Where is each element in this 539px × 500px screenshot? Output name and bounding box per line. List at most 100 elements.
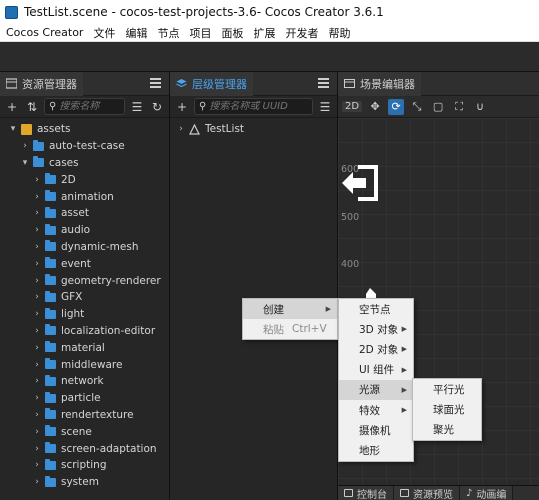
light-submenu-item[interactable]: 平行光 bbox=[413, 379, 481, 399]
create-submenu-item[interactable]: 地形 bbox=[339, 440, 413, 460]
menu-extension[interactable]: 扩展 bbox=[248, 25, 280, 41]
tab-asset-preview[interactable]: 资源预览 bbox=[394, 485, 460, 500]
assets-search-field[interactable]: ⚲ bbox=[44, 98, 125, 115]
asset-tree-item[interactable]: › light bbox=[0, 306, 169, 323]
add-icon[interactable]: + bbox=[4, 99, 20, 115]
expand-arrow-icon[interactable]: › bbox=[32, 477, 42, 487]
menu-help[interactable]: 帮助 bbox=[323, 25, 355, 41]
expand-arrow-icon[interactable]: › bbox=[32, 360, 42, 370]
menu-panel[interactable]: 面板 bbox=[216, 25, 248, 41]
asset-tree-item[interactable]: › particle bbox=[0, 390, 169, 407]
expand-arrow-icon[interactable]: › bbox=[32, 460, 42, 470]
expand-arrow-icon[interactable]: › bbox=[32, 376, 42, 386]
expand-arrow-icon[interactable]: › bbox=[32, 444, 42, 454]
expand-arrow-icon[interactable]: › bbox=[32, 208, 42, 218]
hierarchy-menu-icon[interactable] bbox=[318, 78, 329, 88]
expand-arrow-icon[interactable]: › bbox=[32, 343, 42, 353]
menu-developer[interactable]: 开发者 bbox=[280, 25, 323, 41]
expand-arrow-icon[interactable]: › bbox=[32, 225, 42, 235]
create-submenu-item[interactable]: UI 组件 ▶ bbox=[339, 360, 413, 380]
expand-arrow-icon[interactable]: › bbox=[32, 192, 42, 202]
list-view-icon[interactable]: ☰ bbox=[317, 99, 333, 115]
asset-tree-item[interactable]: › animation bbox=[0, 188, 169, 205]
asset-tree-item[interactable]: › asset bbox=[0, 205, 169, 222]
menu-edit[interactable]: 编辑 bbox=[120, 25, 152, 41]
create-submenu-item[interactable]: 特效 ▶ bbox=[339, 400, 413, 420]
expand-arrow-icon[interactable]: › bbox=[176, 124, 186, 134]
expand-arrow-icon[interactable]: ▾ bbox=[20, 158, 30, 168]
toggle-2d-button[interactable]: 2D bbox=[342, 101, 363, 112]
asset-tree-item[interactable]: › dynamic-mesh bbox=[0, 239, 169, 256]
menu-project[interactable]: 项目 bbox=[184, 25, 216, 41]
assets-search-input[interactable] bbox=[59, 101, 120, 112]
asset-tree-item[interactable]: › scene bbox=[0, 423, 169, 440]
hierarchy-tab[interactable]: 层级管理器 bbox=[170, 71, 253, 96]
asset-tree-item[interactable]: › material bbox=[0, 339, 169, 356]
main-toolbar bbox=[0, 42, 539, 72]
light-submenu-item[interactable]: 球面光 bbox=[413, 399, 481, 419]
expand-arrow-icon[interactable]: ▾ bbox=[8, 124, 18, 134]
menu-item-create[interactable]: 创建 ▶ bbox=[243, 299, 337, 320]
refresh-icon[interactable]: ↻ bbox=[149, 99, 165, 115]
assets-tab[interactable]: 资源管理器 bbox=[0, 71, 83, 96]
cocos-app-icon bbox=[5, 5, 18, 19]
move-tool-icon[interactable]: ✥ bbox=[367, 99, 383, 115]
light-submenu-item[interactable]: 聚光 bbox=[413, 419, 481, 439]
assets-menu-icon[interactable] bbox=[150, 78, 161, 88]
folder-icon bbox=[45, 341, 56, 353]
expand-arrow-icon[interactable]: › bbox=[20, 141, 30, 151]
menu-node[interactable]: 节点 bbox=[152, 25, 184, 41]
scene-tab[interactable]: 场景编辑器 bbox=[338, 71, 421, 96]
create-submenu-item[interactable]: 光源 ▶ bbox=[339, 379, 413, 400]
asset-tree-item[interactable]: › middleware bbox=[0, 356, 169, 373]
asset-tree-item[interactable]: ▾ cases bbox=[0, 155, 169, 172]
create-submenu-item[interactable]: 3D 对象 ▶ bbox=[339, 319, 413, 339]
add-node-icon[interactable]: + bbox=[174, 99, 190, 115]
asset-tree-item[interactable]: ▾ assets bbox=[0, 121, 169, 138]
rect-tool-icon[interactable]: ▢ bbox=[430, 99, 446, 115]
list-view-icon[interactable]: ☰ bbox=[129, 99, 145, 115]
hierarchy-search-input[interactable] bbox=[209, 101, 308, 112]
expand-arrow-icon[interactable]: › bbox=[32, 175, 42, 185]
expand-arrow-icon[interactable]: › bbox=[32, 276, 42, 286]
hierarchy-root-node[interactable]: › TestList bbox=[170, 121, 337, 138]
expand-arrow-icon[interactable]: › bbox=[32, 410, 42, 420]
create-submenu-item[interactable]: 摄像机 bbox=[339, 420, 413, 440]
hierarchy-toolbar: + ⚲ ☰ bbox=[170, 96, 337, 118]
tab-animation-editor[interactable]: ♪ 动画编 bbox=[460, 485, 514, 500]
expand-arrow-icon[interactable]: › bbox=[32, 393, 42, 403]
expand-arrow-icon[interactable]: › bbox=[32, 309, 42, 319]
asset-tree-item[interactable]: › GFX bbox=[0, 289, 169, 306]
create-submenu-item[interactable]: 空节点 bbox=[339, 299, 413, 319]
menu-item-paste[interactable]: 粘贴 Ctrl+V bbox=[243, 319, 337, 339]
sort-icon[interactable]: ⇅ bbox=[24, 99, 40, 115]
asset-tree-item[interactable]: › auto-test-case bbox=[0, 138, 169, 155]
asset-tree-item[interactable]: › system bbox=[0, 474, 169, 491]
asset-tree-item[interactable]: › audio bbox=[0, 222, 169, 239]
asset-tree-item[interactable]: › rendertexture bbox=[0, 407, 169, 424]
menu-cocos-creator[interactable]: Cocos Creator bbox=[0, 26, 88, 39]
expand-arrow-icon[interactable]: › bbox=[32, 242, 42, 252]
asset-tree-item[interactable]: › network bbox=[0, 373, 169, 390]
asset-tree-item[interactable]: › screen-adaptation bbox=[0, 440, 169, 457]
expand-arrow-icon[interactable]: › bbox=[32, 326, 42, 336]
magnet-tool-icon[interactable]: ∪ bbox=[472, 99, 488, 115]
asset-tree-item[interactable]: › geometry-renderer bbox=[0, 272, 169, 289]
hierarchy-search-field[interactable]: ⚲ bbox=[194, 98, 313, 115]
exit-sprite-icon[interactable] bbox=[340, 163, 378, 203]
folder-icon bbox=[45, 425, 56, 437]
asset-tree-item[interactable]: › 2D bbox=[0, 171, 169, 188]
tab-console[interactable]: 控制台 bbox=[338, 485, 394, 500]
expand-arrow-icon[interactable]: › bbox=[32, 292, 42, 302]
transform-tool-icon[interactable]: ⛶ bbox=[451, 99, 467, 115]
asset-tree-item[interactable]: › event bbox=[0, 255, 169, 272]
expand-arrow-icon[interactable]: › bbox=[32, 259, 42, 269]
asset-tree-item[interactable]: › localization-editor bbox=[0, 323, 169, 340]
rotate-tool-icon[interactable]: ⟳ bbox=[388, 98, 405, 115]
asset-tree-item-label: dynamic-mesh bbox=[61, 240, 139, 253]
create-submenu-item[interactable]: 2D 对象 ▶ bbox=[339, 339, 413, 359]
asset-tree-item[interactable]: › scripting bbox=[0, 457, 169, 474]
menu-file[interactable]: 文件 bbox=[88, 25, 120, 41]
scale-tool-icon[interactable]: ⤡ bbox=[409, 99, 425, 115]
expand-arrow-icon[interactable]: › bbox=[32, 427, 42, 437]
